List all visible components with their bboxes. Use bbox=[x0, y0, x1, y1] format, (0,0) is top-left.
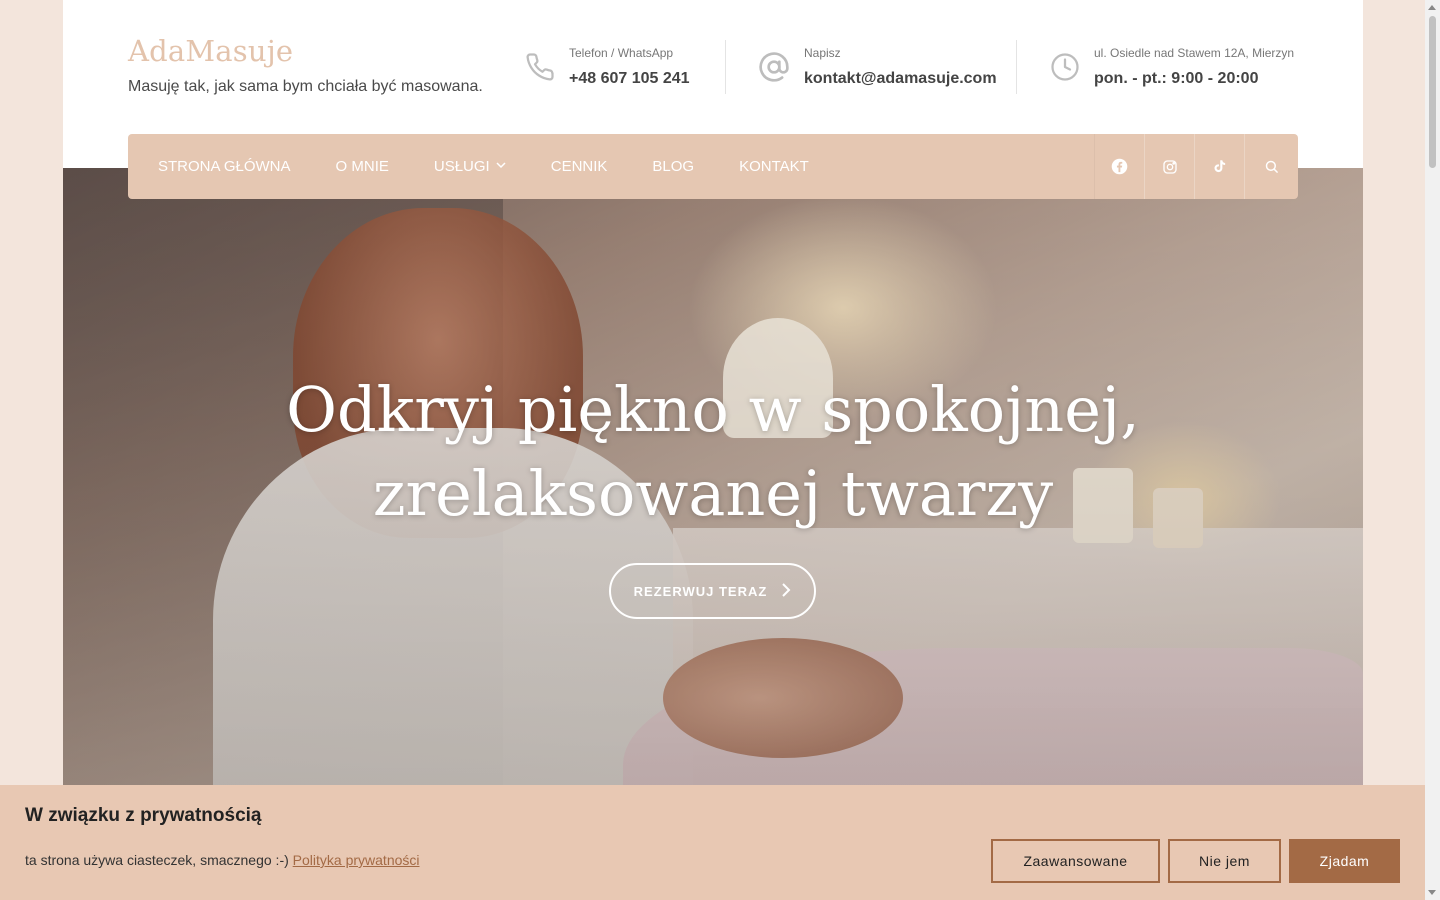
nav-label: BLOG bbox=[652, 158, 695, 175]
search-icon[interactable] bbox=[1244, 134, 1298, 199]
contact-address: ul. Osiedle nad Stawem 12A, Mierzyn bbox=[1094, 46, 1295, 60]
cookie-message: ta strona używa ciasteczek, smacznego :-… bbox=[25, 852, 289, 868]
main-nav: STRONA GŁÓWNA O MNIE USŁUGI CENNIK BLOG … bbox=[128, 134, 1298, 199]
divider bbox=[1016, 40, 1017, 94]
privacy-policy-link[interactable]: Polityka prywatności bbox=[293, 852, 420, 868]
contact-hours-value: pon. - pt.: 9:00 - 20:00 bbox=[1094, 70, 1259, 87]
nav-item-services[interactable]: USŁUGI bbox=[434, 158, 506, 175]
nav-label: CENNIK bbox=[550, 158, 608, 175]
cookie-banner: W związku z prywatnością ta strona używa… bbox=[0, 785, 1425, 900]
nav-item-contact[interactable]: KONTAKT bbox=[739, 158, 809, 175]
nav-label: KONTAKT bbox=[739, 158, 809, 175]
contact-phone-value[interactable]: +48 607 105 241 bbox=[569, 70, 690, 88]
scrollbar-thumb[interactable] bbox=[1429, 16, 1436, 168]
cookie-advanced-button[interactable]: Zaawansowane bbox=[991, 839, 1160, 883]
site-tagline: Masuję tak, jak sama bym chciała być mas… bbox=[128, 78, 483, 95]
chevron-right-icon bbox=[781, 581, 791, 602]
facebook-icon[interactable] bbox=[1094, 134, 1144, 199]
cookie-decline-button[interactable]: Nie jem bbox=[1168, 839, 1281, 883]
contact-phone-label: Telefon / WhatsApp bbox=[569, 46, 674, 60]
site-brand: AdaMasuje Masuję tak, jak sama bym chcia… bbox=[128, 34, 483, 96]
cookie-accept-button[interactable]: Zjadam bbox=[1289, 839, 1400, 883]
book-now-button[interactable]: REZERWUJ TERAZ bbox=[609, 563, 816, 619]
contact-email-value[interactable]: kontakt@adamasuje.com bbox=[804, 70, 997, 88]
scroll-down-arrow-icon[interactable] bbox=[1428, 890, 1436, 895]
at-icon bbox=[758, 51, 790, 83]
page-scrollbar[interactable] bbox=[1425, 0, 1440, 900]
hero-title: Odkryj piękno w spokojnej, zrelaksowanej… bbox=[63, 368, 1363, 536]
nav-label: STRONA GŁÓWNA bbox=[158, 158, 291, 175]
nav-label: O MNIE bbox=[335, 158, 389, 175]
contact-email-label: Napisz bbox=[804, 46, 841, 60]
instagram-icon[interactable] bbox=[1144, 134, 1194, 199]
nav-label: USŁUGI bbox=[433, 158, 490, 175]
phone-icon bbox=[525, 52, 555, 82]
hero-title-line: Odkryj piękno w spokojnej, bbox=[286, 373, 1140, 446]
contact-hours: ul. Osiedle nad Stawem 12A, Mierzyn pon.… bbox=[1050, 40, 1294, 94]
nav-item-about[interactable]: O MNIE bbox=[336, 158, 389, 175]
nav-item-blog[interactable]: BLOG bbox=[652, 158, 694, 175]
cookie-title: W związku z prywatnością bbox=[25, 805, 262, 826]
chevron-down-icon bbox=[496, 161, 506, 172]
scroll-up-arrow-icon[interactable] bbox=[1428, 5, 1436, 10]
cookie-text: ta strona używa ciasteczek, smacznego :-… bbox=[25, 852, 420, 868]
hero-title-line: zrelaksowanej twarzy bbox=[372, 457, 1054, 530]
nav-item-home[interactable]: STRONA GŁÓWNA bbox=[158, 158, 291, 175]
site-logo[interactable]: AdaMasuje bbox=[128, 34, 483, 68]
contact-email[interactable]: Napisz kontakt@adamasuje.com bbox=[758, 40, 997, 94]
clock-icon bbox=[1050, 52, 1080, 82]
nav-social bbox=[1094, 134, 1298, 199]
nav-item-pricing[interactable]: CENNIK bbox=[551, 158, 608, 175]
contact-phone[interactable]: Telefon / WhatsApp +48 607 105 241 bbox=[525, 40, 690, 94]
tiktok-icon[interactable] bbox=[1194, 134, 1244, 199]
book-now-label: REZERWUJ TERAZ bbox=[633, 583, 768, 599]
divider bbox=[725, 40, 726, 94]
